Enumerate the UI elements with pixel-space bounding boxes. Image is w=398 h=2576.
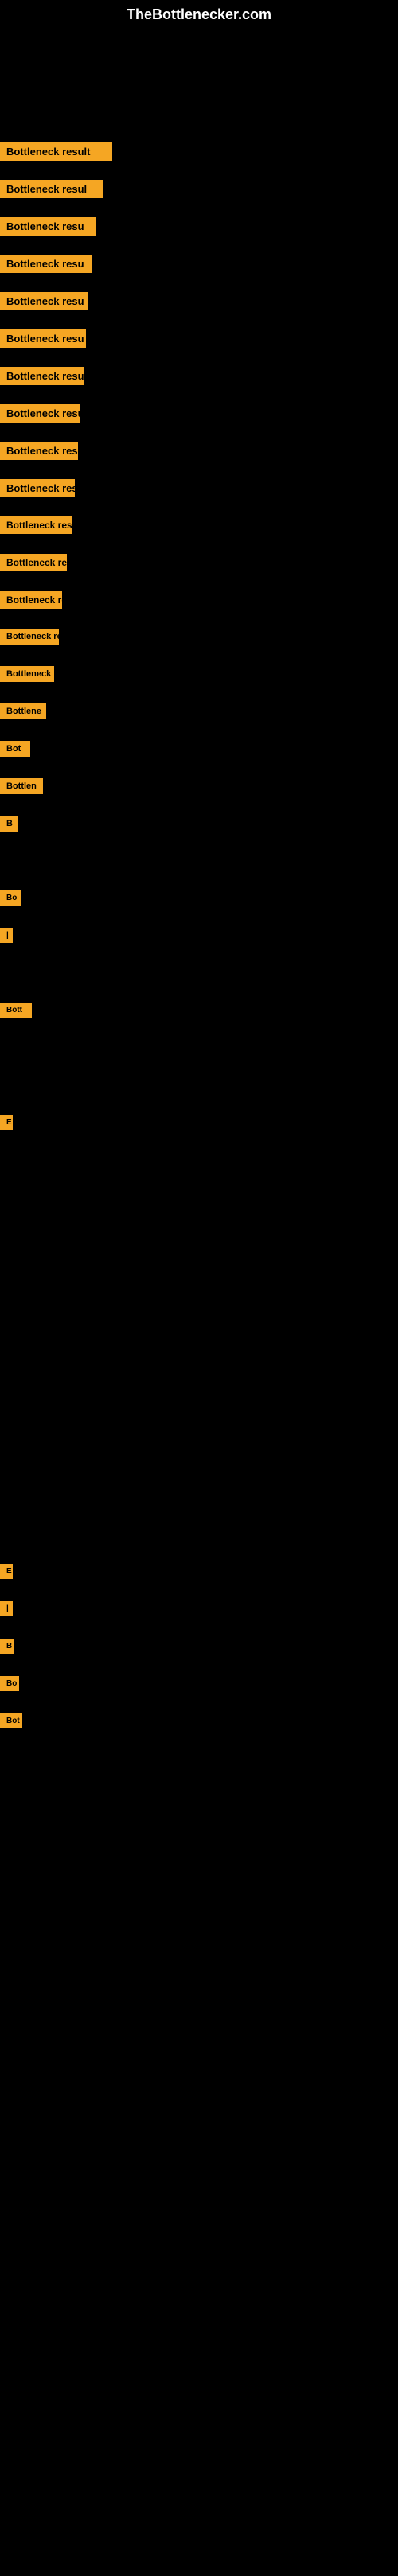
bottleneck-badge[interactable]: Bottleneck resu [0,442,78,460]
bottleneck-badge[interactable]: Bo [0,890,21,906]
bottleneck-badge[interactable]: Bottleneck r [0,666,54,682]
bottleneck-badge[interactable]: B [0,1639,14,1654]
bottleneck-badge[interactable]: Bottleneck re [0,591,62,609]
bottleneck-badge[interactable]: Bottlen [0,778,43,794]
bottleneck-badge[interactable]: | [0,928,13,943]
bottleneck-badge[interactable]: Bottleneck resu [0,217,96,236]
bottleneck-badge[interactable]: Bottleneck res [0,554,67,571]
bottleneck-badge[interactable]: Bo [0,1676,19,1691]
bottleneck-badge[interactable]: Bottlene [0,703,46,719]
bottleneck-badge[interactable]: Bottleneck resul [0,180,103,198]
bottleneck-badge[interactable]: B [0,816,18,832]
bottleneck-badge[interactable]: Bottleneck resu [0,367,84,385]
bottleneck-badge[interactable]: Bottleneck resu [0,479,75,497]
bottleneck-badge[interactable]: Bottleneck resu [0,404,80,423]
bottleneck-badge[interactable]: E [0,1564,13,1579]
bottleneck-badge[interactable]: Bott [0,1003,32,1018]
bottleneck-badge[interactable]: Bottleneck resu [0,516,72,534]
bottleneck-badge[interactable]: Bottleneck result [0,142,112,161]
bottleneck-badge[interactable]: Bottleneck resu [0,329,86,348]
bottleneck-badge[interactable]: Bottleneck resu [0,292,88,310]
site-title: TheBottlenecker.com [0,0,398,29]
bottleneck-badge[interactable]: | [0,1601,13,1616]
bottleneck-badge[interactable]: E [0,1115,13,1130]
bottleneck-badge[interactable]: Bottleneck re [0,629,59,645]
bottleneck-badge[interactable]: Bot [0,1713,22,1728]
bottleneck-badge[interactable]: Bottleneck resu [0,255,92,273]
bottleneck-badge[interactable]: Bot [0,741,30,757]
